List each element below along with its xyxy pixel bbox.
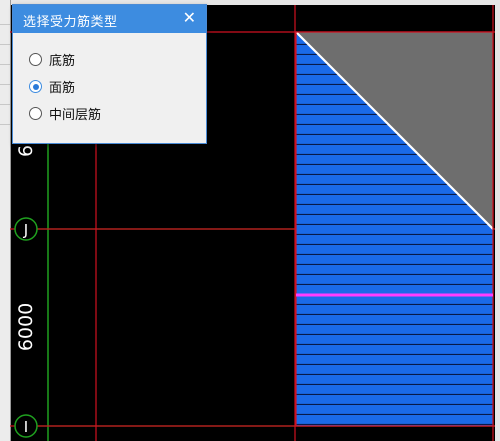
radio-top-rebar[interactable] bbox=[29, 80, 42, 93]
radio-middle-layer-rebar[interactable] bbox=[29, 107, 42, 120]
dialog-titlebar[interactable]: 选择受力筋类型 ✕ bbox=[13, 5, 206, 33]
select-rebar-type-dialog: 选择受力筋类型 ✕ 底筋 面筋 中间层筋 bbox=[12, 4, 207, 144]
dimension-lower: 6000 bbox=[15, 303, 37, 351]
option-top-rebar[interactable]: 面筋 bbox=[13, 73, 206, 100]
radio-bottom-rebar[interactable] bbox=[29, 53, 42, 66]
dialog-title: 选择受力筋类型 bbox=[23, 15, 118, 30]
axis-bubble-i: I bbox=[14, 414, 38, 438]
axis-bubble-j: J bbox=[14, 217, 38, 241]
axis-label-i: I bbox=[24, 418, 28, 436]
axis-label-j: J bbox=[23, 221, 28, 239]
option-bottom-rebar[interactable]: 底筋 bbox=[13, 46, 206, 73]
option-label: 底筋 bbox=[49, 54, 76, 69]
right-panel-edge bbox=[495, 0, 500, 441]
option-middle-layer-rebar[interactable]: 中间层筋 bbox=[13, 100, 206, 127]
rebar-type-options: 底筋 面筋 中间层筋 bbox=[13, 33, 206, 127]
option-label: 中间层筋 bbox=[49, 108, 102, 123]
option-label: 面筋 bbox=[49, 81, 76, 96]
close-icon[interactable]: ✕ bbox=[183, 8, 196, 28]
dimension-upper: 6 bbox=[15, 145, 37, 157]
